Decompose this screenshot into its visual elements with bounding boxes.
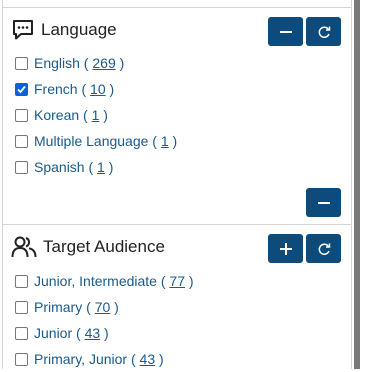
option-label[interactable]: French [34, 81, 78, 97]
refresh-icon [318, 26, 330, 38]
language-facet-header: Language [11, 15, 117, 45]
option-label[interactable]: Primary [34, 299, 82, 315]
option-label[interactable]: English [34, 55, 80, 71]
option-label[interactable]: Spanish [34, 159, 85, 175]
scrollbar-thumb[interactable] [354, 0, 360, 369]
speech-bubble-icon [13, 20, 33, 40]
checkbox[interactable] [15, 326, 28, 340]
refresh-icon [318, 243, 330, 255]
checkbox[interactable] [15, 82, 28, 96]
option-count[interactable]: 1 [97, 159, 105, 175]
audience-option-primary[interactable]: Primary ( 70 ) [15, 294, 194, 320]
option-count[interactable]: 77 [169, 273, 185, 289]
checkbox[interactable] [15, 300, 28, 314]
audience-facet-title: Target Audience [43, 237, 165, 256]
language-collapse-button[interactable] [268, 17, 303, 46]
option-label[interactable]: Junior [34, 325, 72, 341]
language-option-multiple[interactable]: Multiple Language ( 1 ) [15, 128, 177, 154]
language-facet-title: Language [41, 20, 117, 39]
option-count[interactable]: 70 [95, 299, 111, 315]
language-option-english[interactable]: English ( 269 ) [15, 50, 177, 76]
audience-option-junior-intermediate[interactable]: Junior, Intermediate ( 77 ) [15, 268, 194, 294]
option-count[interactable]: 43 [140, 351, 156, 367]
option-label[interactable]: Korean [34, 107, 79, 123]
checkmark-icon [17, 85, 26, 93]
audience-reset-button[interactable] [306, 234, 341, 263]
checkbox[interactable] [15, 352, 28, 366]
option-count[interactable]: 1 [92, 107, 100, 123]
option-count[interactable]: 269 [92, 55, 115, 71]
option-label[interactable]: Primary, Junior [34, 351, 127, 367]
audience-option-list: Junior, Intermediate ( 77 ) Primary ( 70… [15, 268, 194, 372]
audience-facet: Target Audience Junior, Intermediate ( 7… [3, 224, 353, 369]
checkbox[interactable] [15, 108, 28, 122]
option-label[interactable]: Multiple Language [34, 133, 148, 149]
language-option-list: English ( 269 ) French ( 10 ) Korean ( 1… [15, 50, 177, 180]
option-count[interactable]: 43 [85, 325, 101, 341]
language-facet: Language English ( 269 ) French ( 10) K… [3, 7, 353, 224]
audience-expand-button[interactable] [268, 234, 303, 263]
language-reset-button[interactable] [306, 17, 341, 46]
checkbox[interactable] [15, 134, 28, 148]
language-option-spanish[interactable]: Spanish ( 1 ) [15, 154, 177, 180]
minus-icon [279, 30, 292, 33]
audience-option-primary-junior[interactable]: Primary, Junior ( 43 ) [15, 346, 194, 372]
language-option-korean[interactable]: Korean ( 1 ) [15, 102, 177, 128]
option-count[interactable]: 1 [161, 133, 169, 149]
option-label[interactable]: Junior, Intermediate [34, 273, 157, 289]
checkbox[interactable] [15, 274, 28, 288]
minus-icon [317, 201, 330, 204]
option-count[interactable]: 10 [90, 81, 106, 97]
people-icon [11, 236, 37, 258]
plus-icon [279, 242, 292, 255]
language-option-french[interactable]: French ( 10 ) [15, 76, 177, 102]
audience-facet-header: Target Audience [11, 232, 165, 262]
checkbox[interactable] [15, 56, 28, 70]
audience-option-junior[interactable]: Junior ( 43 ) [15, 320, 194, 346]
filter-sidebar: Language English ( 269 ) French ( 10) K… [2, 0, 353, 369]
language-show-less-button[interactable] [306, 188, 341, 217]
checkbox[interactable] [15, 160, 28, 174]
